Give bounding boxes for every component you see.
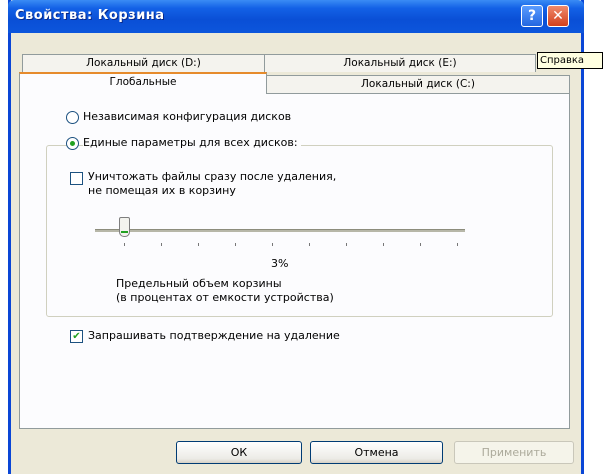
ok-button[interactable]: ОК [176, 441, 302, 464]
slider-value: 3% [271, 257, 289, 270]
slider-tick [346, 243, 347, 246]
close-icon[interactable]: ✕ [547, 5, 569, 27]
help-icon[interactable]: ? [521, 5, 543, 27]
slider-tick [272, 243, 273, 246]
title-bar[interactable]: Свойства: Корзина ? ✕ [8, 0, 584, 33]
slider-caption-line1: Предельный объем корзины [116, 277, 282, 290]
slider-tick [198, 243, 199, 246]
delete-immediately-label-line2: не помещая их в корзину [88, 184, 236, 197]
slider-tick [383, 243, 384, 246]
delete-immediately-label-line1: Уничтожать файлы сразу после удаления, [88, 170, 337, 183]
window-title: Свойства: Корзина [15, 8, 165, 23]
confirm-delete-checkbox[interactable]: ✔ [70, 330, 83, 343]
cancel-button[interactable]: Отмена [310, 441, 443, 464]
radio-independent-config[interactable] [66, 111, 79, 124]
radio-independent-label: Независимая конфигурация дисков [83, 110, 292, 123]
slider-tick [235, 243, 236, 246]
tab-drive-e[interactable]: Локальный диск (E:) [264, 54, 536, 72]
slider-tick [420, 243, 421, 246]
radio-uniform-settings[interactable] [66, 137, 79, 150]
slider-caption-line2: (в процентах от емкости устройства) [116, 291, 334, 304]
tab-global[interactable]: Глобальные [19, 72, 267, 94]
apply-button[interactable]: Применить [454, 441, 574, 464]
slider-tick [161, 243, 162, 246]
tab-drive-c[interactable]: Локальный диск (C:) [266, 75, 570, 94]
slider-tick [124, 243, 125, 246]
confirm-delete-label: Запрашивать подтверждение на удаление [88, 329, 340, 342]
recycle-size-slider-track[interactable] [95, 229, 465, 232]
slider-tick [309, 243, 310, 246]
help-tooltip: Справка [537, 52, 603, 69]
recycle-size-slider-thumb[interactable] [119, 217, 130, 237]
delete-immediately-checkbox[interactable] [70, 172, 83, 185]
radio-uniform-label: Единые параметры для всех дисков: [83, 136, 301, 149]
slider-tick [457, 243, 458, 246]
tab-drive-d[interactable]: Локальный диск (D:) [22, 54, 265, 72]
